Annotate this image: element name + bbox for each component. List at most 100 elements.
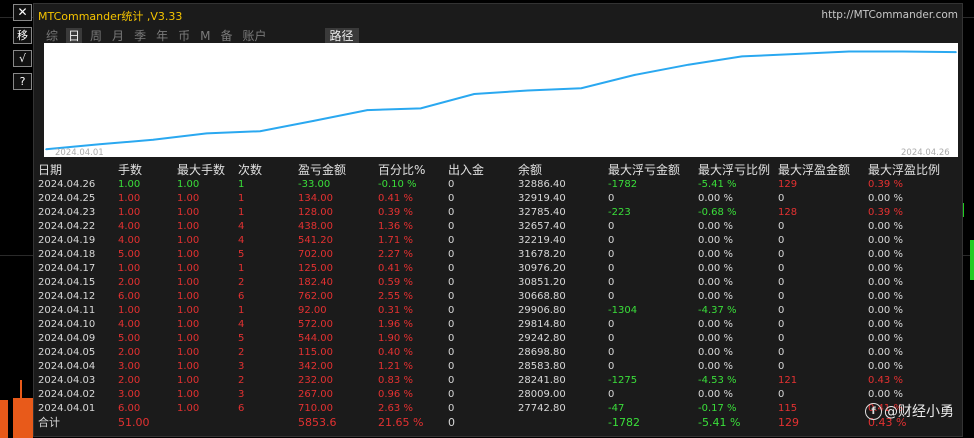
cell-balance: 32919.40 (518, 193, 566, 204)
cell-max-float-loss: 0 (608, 291, 615, 302)
confirm-button[interactable]: √ (13, 50, 32, 67)
equity-point-2024.04.26 (955, 51, 957, 53)
cell-balance: 31678.20 (518, 249, 566, 260)
cell-percent: 0.31 % (378, 305, 413, 316)
cell-lots: 1.00 (118, 263, 141, 274)
cell-max-lots: 1.00 (177, 375, 200, 386)
background-candle (13, 398, 33, 438)
equity-point-2024.04.22 (741, 55, 743, 58)
cell-percent: 1.21 % (378, 361, 413, 372)
header-count[interactable]: 次数 (238, 163, 262, 178)
cell-balance: 28009.00 (518, 389, 566, 400)
cell-count: 3 (238, 389, 245, 400)
cell-max-lots: 1.00 (177, 361, 200, 372)
cell-max-float-profit: 0 (778, 361, 785, 372)
website-link[interactable]: http://MTCommander.com (821, 9, 958, 21)
cell-count: 1 (238, 207, 245, 218)
cell-date: 2024.04.26 (38, 179, 96, 190)
header-balance[interactable]: 余额 (518, 163, 542, 178)
cell-pnl: 92.00 (298, 305, 327, 316)
cell-max-float-profit-pct: 0.00 % (868, 277, 903, 288)
cell-max-float-loss-pct: 0.00 % (698, 263, 733, 274)
cell-max-float-loss-pct: 0.00 % (698, 347, 733, 358)
cell-max-lots: 1.00 (177, 347, 200, 358)
cell-max-float-profit-pct: 0.00 % (868, 249, 903, 260)
table-row: 2024.04.26 1.00 1.00 1 -33.00 -0.10 % 0 32886.4… (34, 178, 962, 192)
cell-lots: 5.00 (118, 249, 141, 260)
cell-max-float-loss: 0 (608, 277, 615, 288)
table-total-row: 合计 51.00 5853.6 21.65 % 0 -1782 -5.41 % 129 0.43… (34, 416, 962, 430)
cell-pnl: 115.00 (298, 347, 333, 358)
cell-pnl: 232.00 (298, 375, 333, 386)
cell-count: 6 (238, 403, 245, 414)
cell-lots: 4.00 (118, 235, 141, 246)
cell-balance: 30851.20 (518, 277, 566, 288)
table-row: 2024.04.18 5.00 1.00 5 702.00 2.27 % 0 31678.20… (34, 248, 962, 262)
cell-max-lots: 1.00 (177, 291, 200, 302)
cell-max-float-loss-pct: -4.53 % (698, 375, 737, 386)
table-header: 日期 手数 最大手数 次数 盈亏金额 百分比% 出入金 余额 最大浮亏金额 最大浮亏比例 最大浮盈金… (34, 163, 962, 178)
cell-max-float-profit: 0 (778, 235, 785, 246)
cell-balance: 29242.80 (518, 333, 566, 344)
table-row: 2024.04.11 1.00 1.00 1 92.00 0.31 % 0 29906.80 -… (34, 304, 962, 318)
header-deposit[interactable]: 出入金 (448, 163, 484, 178)
header-max-float-profit[interactable]: 最大浮盈金额 (778, 163, 850, 178)
cell-date: 2024.04.11 (38, 305, 96, 316)
cell-count: 4 (238, 235, 245, 246)
cell-balance: 32219.40 (518, 235, 566, 246)
equity-point-2024.04.12 (473, 93, 476, 95)
cell-date: 2024.04.09 (38, 333, 96, 344)
cell-lots: 5.00 (118, 333, 141, 344)
equity-point-2024.04.11 (419, 107, 422, 110)
background-candle (970, 240, 974, 280)
cell-pnl: 267.00 (298, 389, 333, 400)
cell-max-float-loss-pct: 0.00 % (698, 319, 733, 330)
cell-pnl: 544.00 (298, 333, 333, 344)
table-row: 2024.04.17 1.00 1.00 1 125.00 0.41 % 0 30976.20… (34, 262, 962, 276)
cell-max-float-profit: 0 (778, 305, 785, 316)
header-max-float-loss-pct[interactable]: 最大浮亏比例 (698, 163, 770, 178)
background-candle (20, 380, 22, 400)
header-pnl[interactable]: 盈亏金额 (298, 163, 346, 178)
table-row: 2024.04.04 3.00 1.00 3 342.00 1.21 % 0 28583.80… (34, 360, 962, 374)
cell-max-lots: 1.00 (177, 221, 200, 232)
cell-balance: 28698.80 (518, 347, 566, 358)
cell-max-float-profit: 0 (778, 319, 785, 330)
header-max-float-loss[interactable]: 最大浮亏金额 (608, 163, 680, 178)
close-button[interactable]: ✕ (13, 4, 32, 21)
cell-percent: 0.41 % (378, 263, 413, 274)
cell-deposit: 0 (448, 375, 455, 386)
cell-max-float-loss: -1275 (608, 375, 638, 386)
cell-pnl: 134.00 (298, 193, 333, 204)
cell-deposit: 0 (448, 193, 455, 204)
cell-lots: 51.00 (118, 416, 150, 429)
table-row: 2024.04.12 6.00 1.00 6 762.00 2.55 % 0 30668.80… (34, 290, 962, 304)
cell-percent: 0.59 % (378, 277, 413, 288)
header-max-lots[interactable]: 最大手数 (177, 163, 225, 178)
cell-pnl: 710.00 (298, 403, 333, 414)
header-max-float-profit-pct[interactable]: 最大浮盈比例 (868, 163, 940, 178)
cell-deposit: 0 (448, 263, 455, 274)
cell-lots: 1.00 (118, 193, 141, 204)
cell-lots: 6.00 (118, 403, 141, 414)
move-button[interactable]: 移 (13, 27, 32, 44)
cell-max-float-loss-pct: 0.00 % (698, 333, 733, 344)
cell-lots: 3.00 (118, 361, 141, 372)
header-lots[interactable]: 手数 (118, 163, 142, 178)
cell-max-lots: 1.00 (177, 235, 200, 246)
header-percent[interactable]: 百分比% (378, 163, 425, 178)
table-row: 2024.04.01 6.00 1.00 6 710.00 2.63 % 0 27742.80… (34, 402, 962, 416)
cell-pnl: 125.00 (298, 263, 333, 274)
cell-max-float-loss: -223 (608, 207, 631, 218)
cell-max-lots: 1.00 (177, 207, 200, 218)
cell-pnl: 5853.6 (298, 416, 337, 429)
equity-chart (44, 43, 958, 157)
header-date[interactable]: 日期 (38, 163, 62, 178)
cell-pnl: 762.00 (298, 291, 333, 302)
cell-deposit: 0 (448, 347, 455, 358)
cell-max-float-profit: 0 (778, 333, 785, 344)
help-button[interactable]: ? (13, 73, 32, 90)
cell-deposit: 0 (448, 403, 455, 414)
cell-deposit: 0 (448, 416, 455, 429)
cell-lots: 1.00 (118, 207, 141, 218)
